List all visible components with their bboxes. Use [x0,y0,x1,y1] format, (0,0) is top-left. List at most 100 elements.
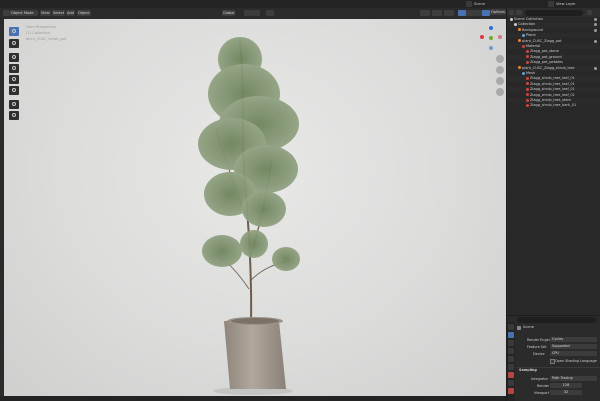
outliner-item-label: Ziagg_shrub_tree_leaf_01 [530,81,575,86]
shading-solid-icon[interactable] [466,10,474,16]
outliner-item[interactable]: plant_CUSC_Ziagg_shrub_tree [507,65,600,71]
visibility-eye-icon[interactable] [594,28,597,32]
properties-search-input[interactable] [517,317,597,323]
menu-view[interactable]: View [40,10,51,16]
menu-object[interactable]: Object [77,10,91,16]
xray-icon[interactable] [458,10,466,16]
scene-props-icon [517,326,521,330]
display-mode-icon[interactable] [516,10,522,15]
gizmo-y-icon[interactable] [489,36,493,40]
viewport-info-2: (1) Collection [26,31,51,35]
scene-icon[interactable] [466,1,472,7]
outliner-item[interactable]: plant_CUSC_Ziagg_pot [507,38,600,44]
outliner-item-label: Ziagg_shrub_tree_leaf_01 [530,87,575,92]
render-samples-input[interactable]: 128 [550,383,582,388]
viewport-samples-label: Viewport [534,391,549,395]
properties-tabs [507,322,515,401]
rotate-tool[interactable] [9,64,19,73]
device-select[interactable]: CPU [550,351,597,356]
pan-hand-icon[interactable] [496,66,504,74]
proportional-edit-icon[interactable] [266,10,274,16]
shading-rendered-icon[interactable] [482,10,490,16]
transform-orientation[interactable]: Global [222,10,236,16]
outliner-item-label: Mesh [526,71,536,75]
mode-label: Object Mode [11,11,34,15]
outliner-item-label: plant_CUSC_Ziagg_pot [522,38,562,43]
material-icon [526,55,529,59]
object-icon [518,66,521,70]
view-layer-selector[interactable]: View Layer [556,0,576,8]
options-button[interactable]: Options [490,9,506,15]
pivot-icon[interactable] [244,10,252,16]
visibility-icon[interactable] [420,10,430,16]
material-tab-icon[interactable] [508,388,514,394]
outliner-item-label: Ziagg_pot_pebbles [530,60,563,65]
outliner-item[interactable]: Plane [507,33,600,39]
gizmo-neg-z-icon[interactable] [489,46,493,50]
view-layer-icon[interactable] [548,1,554,7]
cursor-tool[interactable] [9,39,19,48]
shading-material-icon[interactable] [474,10,482,16]
outliner-item-label: plant_CUSC_Ziagg_shrub_tree [522,65,575,70]
feature-set-label: Feature Set [527,345,547,349]
outliner-item-label: Ziagg_shrub_tree_leaf_01 [530,76,575,81]
visibility-eye-icon[interactable] [594,39,597,43]
render-engine-select[interactable]: Cycles [550,337,597,342]
camera-view-icon[interactable] [496,77,504,85]
gizmo-z-icon[interactable] [489,26,493,30]
move-tool[interactable] [9,53,19,62]
mesh-icon [522,71,525,75]
editor-type-icon[interactable] [3,10,10,16]
viewport-samples-input[interactable]: 32 [550,390,582,395]
outliner-header [507,8,600,17]
output-tab-icon[interactable] [508,340,514,346]
outliner-item[interactable]: Ziagg_pot_pebbles [507,60,600,66]
modifier-tab-icon[interactable] [508,380,514,386]
visibility-eye-icon[interactable] [594,66,597,70]
scale-tool[interactable] [9,75,19,84]
viewport-info-3: birch_CUSC_ticket_pot [26,37,67,41]
overlay-toggle-icon[interactable] [444,10,454,16]
sampling-section-header[interactable]: Sampling [519,368,537,372]
outliner-item[interactable]: Ziagg_pot_stone [507,49,600,55]
outliner-item[interactable]: Collection [507,22,600,28]
scene-selector[interactable]: Scene [474,0,485,8]
perspective-toggle-icon[interactable] [496,88,504,96]
object-tab-icon[interactable] [508,372,514,378]
render-tab-icon[interactable] [508,332,514,338]
filter-icon[interactable] [587,10,592,15]
3d-viewport[interactable]: User Perspective (1) Collection birch_CU… [4,19,506,396]
world-tab-icon[interactable] [508,364,514,370]
menu-add[interactable]: Add [66,10,75,16]
tool-tab-icon[interactable] [508,324,514,330]
measure-tool[interactable] [9,111,19,120]
plant-render [198,37,300,395]
outliner-search-input[interactable] [525,9,583,16]
outliner-item[interactable]: Ziagg_shrub_tree_leaf_01 [507,92,600,98]
outliner-item[interactable]: Ziagg_shrub_tree_leaf_01 [507,76,600,82]
select-cursor-icon [12,29,16,33]
select-box-tool[interactable] [9,27,19,36]
collection-icon [510,17,513,21]
mode-selector[interactable]: Object Mode [10,10,38,16]
scene-tab-icon[interactable] [508,356,514,362]
visibility-eye-icon[interactable] [594,23,597,27]
menu-select[interactable]: Select [52,10,66,16]
view-layer-tab-icon[interactable] [508,348,514,354]
outliner-item-label: Ziagg_pot_ground [530,54,562,59]
gizmo-neg-x-icon[interactable] [498,35,502,39]
render-samples-label: Render [537,384,550,388]
outliner-item[interactable]: Ziagg_shrub_tree_bark_01 [507,103,600,109]
annotate-tool[interactable] [9,100,19,109]
feature-set-select[interactable]: Supported [550,344,597,349]
outliner-item[interactable]: Ziagg_shrub_tree_leaf_01 [507,87,600,93]
outliner-editor-icon[interactable] [509,10,514,15]
gizmo-x-icon[interactable] [480,35,484,39]
integrator-select[interactable]: Path Tracing [550,376,597,381]
zoom-icon[interactable] [496,55,504,63]
transform-tool[interactable] [9,86,19,95]
gizmo-toggle-icon[interactable] [432,10,442,16]
viewport-header: Object Mode View Select Add Object Globa… [0,8,506,19]
visibility-eye-icon[interactable] [594,18,597,21]
snap-icon[interactable] [252,10,260,16]
